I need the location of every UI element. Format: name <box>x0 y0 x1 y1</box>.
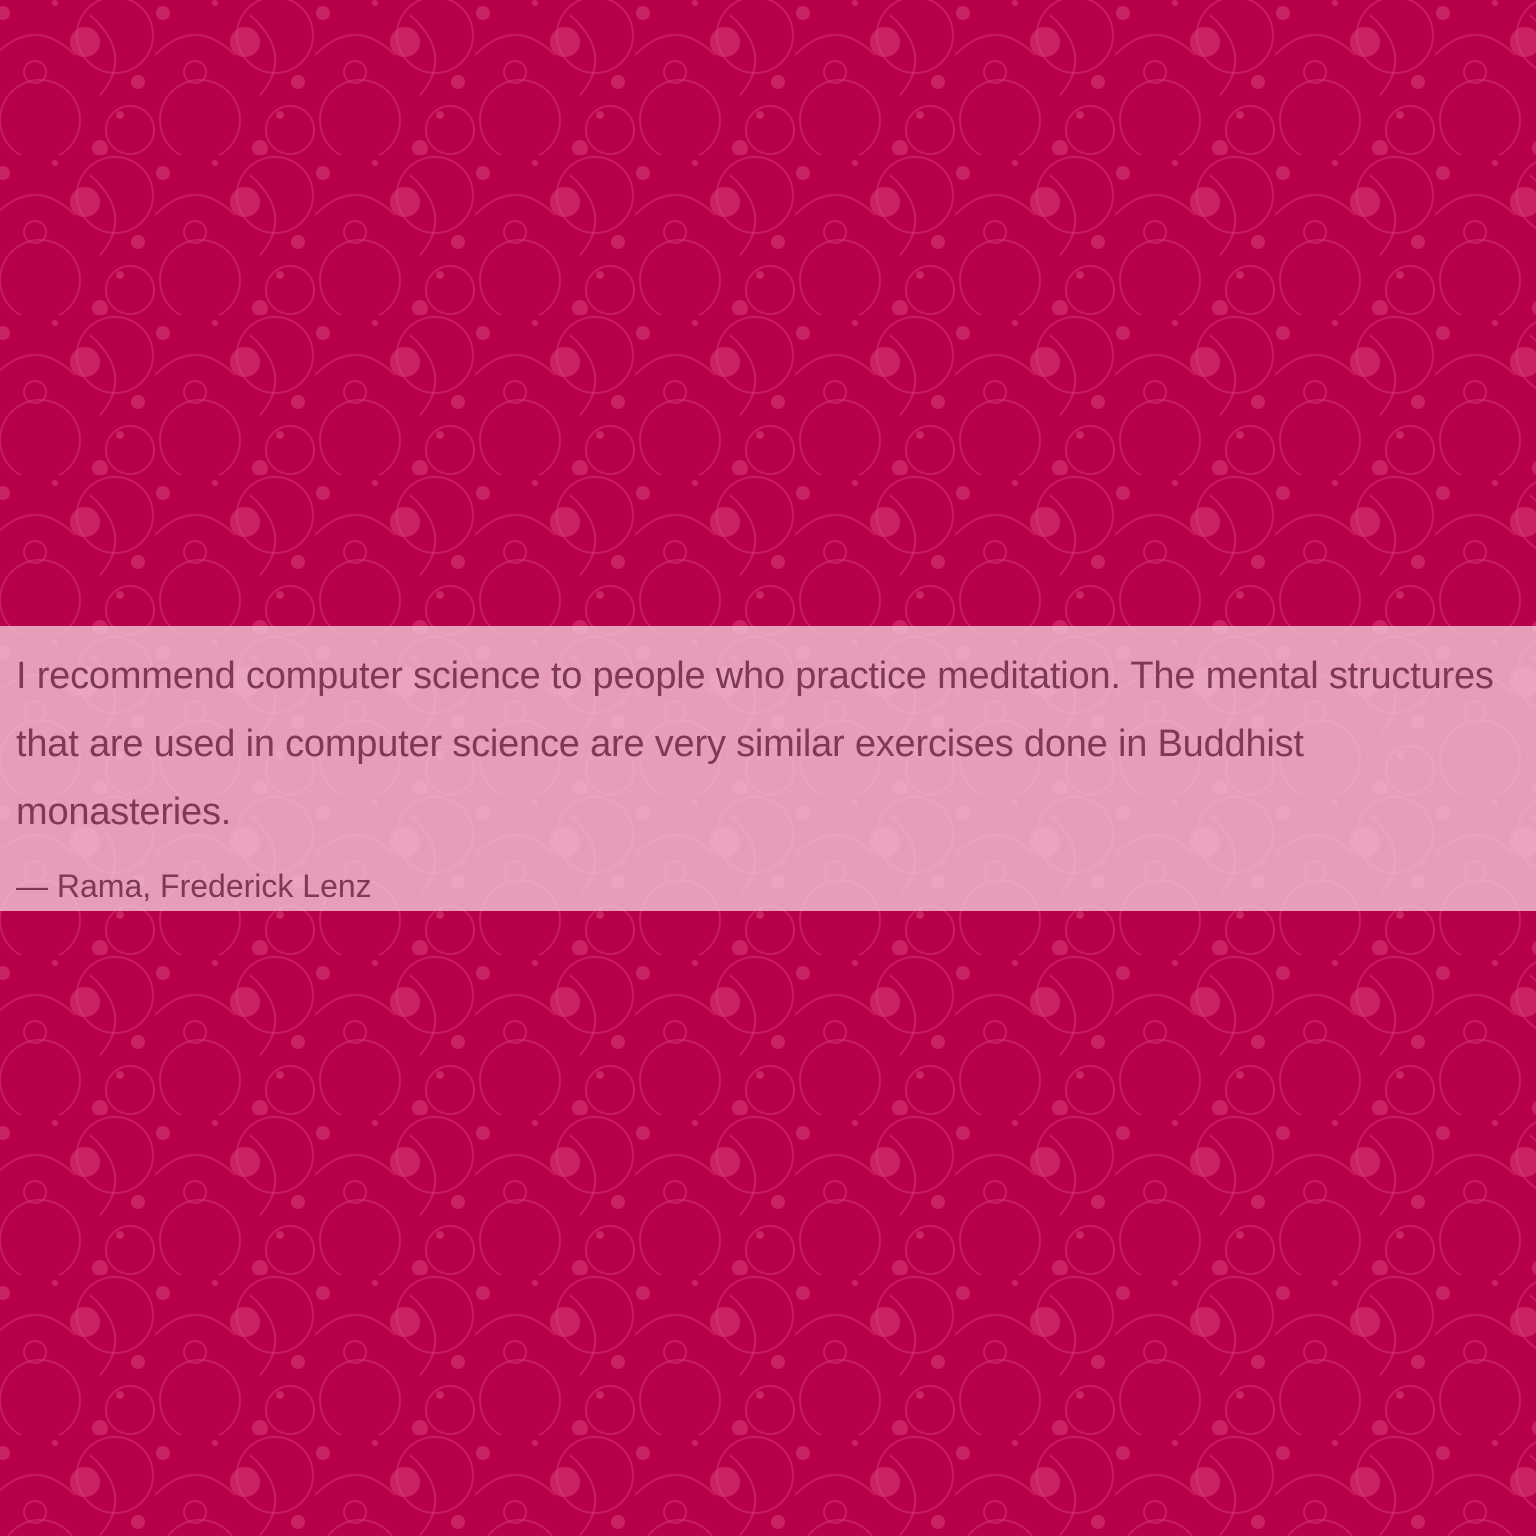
quote-band: I recommend computer science to people w… <box>0 626 1536 911</box>
quote-text: I recommend computer science to people w… <box>16 655 1494 833</box>
quote-attribution: — Rama, Frederick Lenz <box>16 868 372 904</box>
